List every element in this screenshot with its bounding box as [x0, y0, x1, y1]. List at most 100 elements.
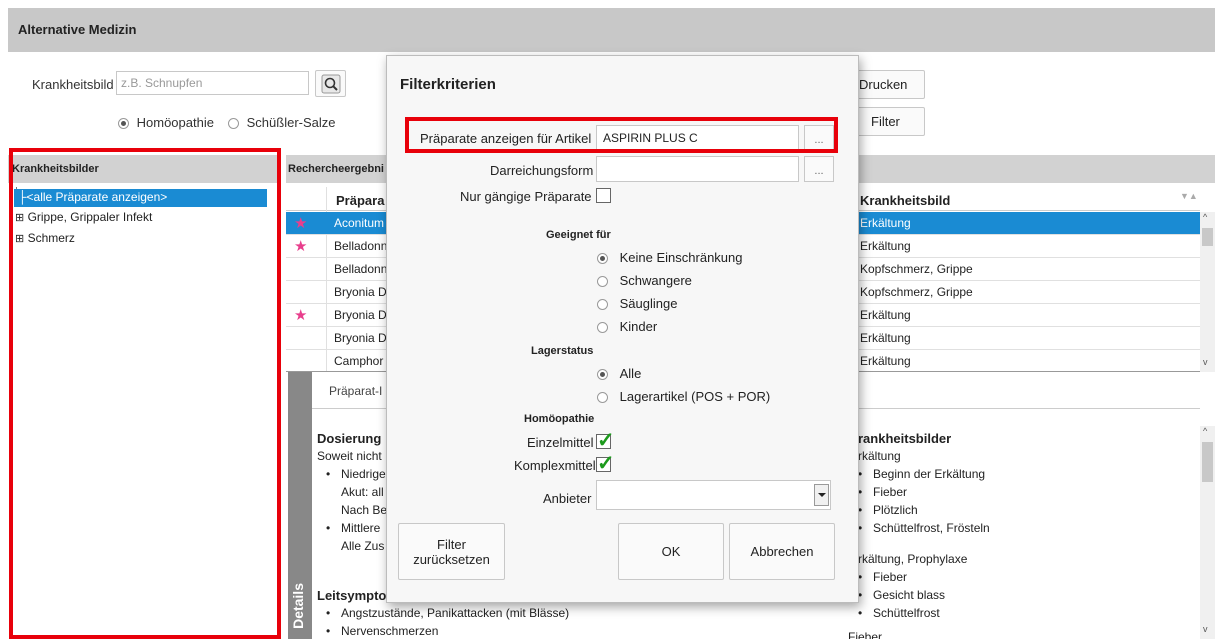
radio-schwangere[interactable]: Schwangere	[597, 273, 692, 288]
reset-filter-button[interactable]: Filter zurücksetzen	[398, 523, 505, 580]
radio-empty-icon	[597, 299, 608, 311]
radio-selected-icon	[597, 253, 608, 265]
highlight-box-left	[9, 148, 281, 639]
filter-button[interactable]: Filter	[848, 107, 925, 136]
einzelmittel-checkbox[interactable]	[596, 428, 615, 453]
scroll-down-icon[interactable]: v	[1203, 624, 1208, 634]
details-tab-label: Details	[290, 583, 306, 629]
kb-item: Fieber	[873, 485, 908, 499]
kb-item: Gesicht blass	[873, 588, 946, 602]
radio-schuessler[interactable]: Schüßler-Salze	[228, 115, 336, 130]
lager-title: Lagerstatus	[531, 345, 594, 357]
ok-button[interactable]: OK	[618, 523, 724, 580]
reset-filter-label: Filter	[437, 536, 466, 552]
radio-homoeopathie[interactable]: Homöopathie	[118, 115, 214, 130]
komplexmittel-checkbox[interactable]	[596, 451, 615, 476]
row-praeparat: Belladonn	[334, 262, 388, 276]
row-krankheitsbild: Kopfschmerz, Grippe	[860, 262, 973, 276]
anbieter-select[interactable]	[596, 480, 831, 510]
anbieter-label: Anbieter	[543, 491, 592, 506]
sort-icon[interactable]: ▼▲	[1180, 191, 1198, 201]
row-praeparat: Bryonia D	[334, 285, 387, 299]
radio-empty-icon	[597, 392, 608, 404]
dropdown-arrow-icon[interactable]	[814, 484, 829, 506]
kb-item: Plötzlich	[873, 503, 918, 517]
scroll-thumb[interactable]	[1202, 228, 1213, 246]
search-icon	[321, 74, 340, 93]
details-tab[interactable]: Details	[288, 372, 312, 639]
row-krankheitsbild: Erkältung	[860, 354, 911, 368]
darreichung-browse-button[interactable]: ...	[804, 156, 834, 182]
kb-group: Fieber	[848, 630, 883, 639]
radio-label: Lagerartikel (POS + POR)	[619, 389, 771, 404]
radio-selected-icon	[118, 118, 129, 130]
dosierung-title: Dosierung	[317, 431, 382, 446]
row-praeparat: Aconitum	[334, 216, 385, 230]
dosierung-text: Soweit nicht	[317, 449, 382, 463]
search-button[interactable]	[315, 70, 346, 97]
row-krankheitsbild: Erkältung	[860, 308, 911, 322]
bullet: •	[326, 624, 331, 638]
radio-lager-alle[interactable]: Alle	[597, 366, 641, 381]
cancel-button[interactable]: Abbrechen	[729, 523, 835, 580]
nur-gaengige-checkbox[interactable]	[596, 188, 611, 203]
col-header-krankheitsbild[interactable]: Krankheitsbild	[860, 193, 950, 208]
einzelmittel-label: Einzelmittel	[527, 435, 594, 450]
scroll-up-icon[interactable]: ^	[1203, 212, 1207, 222]
kb-group: rkältung	[858, 449, 901, 463]
radio-schuessler-label: Schüßler-Salze	[246, 115, 336, 130]
search-label: Krankheitsbild	[32, 77, 114, 92]
highlight-box-artikel	[405, 117, 838, 153]
dosierung-text: Nach Be	[341, 503, 388, 517]
kb-item: Fieber	[873, 570, 908, 584]
star-icon: ★	[294, 307, 308, 324]
radio-label: Alle	[619, 366, 642, 381]
radio-kinder[interactable]: Kinder	[597, 319, 657, 334]
radio-keine-einschraenkung[interactable]: Keine Einschränkung	[597, 250, 742, 265]
tab-praeparat-info[interactable]: Präparat-I	[329, 384, 382, 398]
star-icon: ★	[294, 215, 308, 232]
bullet: •	[858, 606, 863, 620]
row-praeparat: Bryonia D	[334, 331, 387, 345]
app-title-bar: Alternative Medizin	[8, 8, 1215, 52]
row-praeparat: Camphor	[334, 354, 384, 368]
nur-gaengige-label: Nur gängige Präparate	[460, 189, 592, 204]
bullet: •	[326, 606, 331, 620]
krankheitsbilder-title: rankheitsbilder	[858, 431, 952, 446]
komplexmittel-label: Komplexmittel	[514, 458, 596, 473]
bullet: •	[326, 521, 331, 535]
leitsymptom-item: Angstzustände, Panikattacken (mit Blässe…	[341, 606, 570, 620]
bullet: •	[326, 467, 331, 481]
details-scrollbar[interactable]: ^ v	[1200, 426, 1215, 639]
table-scrollbar[interactable]: ^ v	[1200, 212, 1215, 372]
radio-empty-icon	[597, 276, 608, 288]
row-krankheitsbild: Erkältung	[860, 331, 911, 345]
radio-lagerartikel[interactable]: Lagerartikel (POS + POR)	[597, 389, 770, 404]
radio-label: Keine Einschränkung	[619, 250, 743, 265]
row-krankheitsbild: Erkältung	[860, 239, 911, 253]
reset-filter-label: zurücksetzen	[413, 551, 490, 567]
scroll-down-icon[interactable]: v	[1203, 357, 1208, 367]
radio-homoeopathie-label: Homöopathie	[136, 115, 214, 130]
radio-label: Säuglinge	[619, 296, 678, 311]
print-button[interactable]: Drucken	[848, 70, 925, 99]
row-praeparat: Belladonn	[334, 239, 388, 253]
search-input[interactable]: z.B. Schnupfen	[116, 71, 309, 95]
darreichung-label: Darreichungsform	[490, 163, 594, 178]
scroll-up-icon[interactable]: ^	[1203, 426, 1207, 436]
row-krankheitsbild: Erkältung	[860, 216, 911, 230]
scroll-thumb[interactable]	[1202, 442, 1213, 482]
dialog-title: Filterkriterien	[400, 76, 496, 93]
results-title: Rechercheergebni	[288, 163, 384, 175]
homoeo-title: Homöopathie	[524, 413, 595, 425]
radio-selected-icon	[597, 369, 608, 381]
dosierung-text: Niedrige	[341, 467, 386, 481]
dosierung-text: Alle Zus	[341, 539, 385, 553]
radio-label: Kinder	[619, 319, 658, 334]
radio-empty-icon	[597, 322, 608, 334]
radio-empty-icon	[228, 118, 239, 130]
radio-saeuglinge[interactable]: Säuglinge	[597, 296, 677, 311]
row-krankheitsbild: Kopfschmerz, Grippe	[860, 285, 973, 299]
col-header-praeparat[interactable]: Präpara	[336, 193, 384, 208]
darreichung-field[interactable]	[596, 156, 799, 182]
